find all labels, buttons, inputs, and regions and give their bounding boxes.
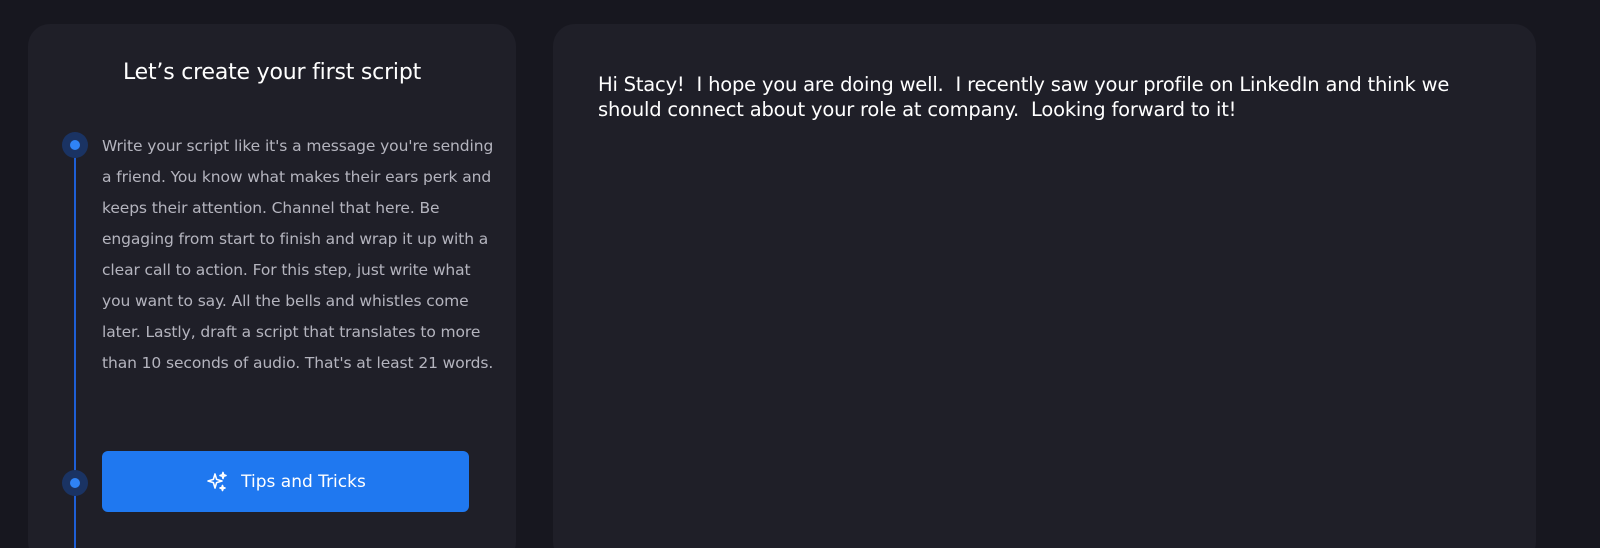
panel-title: Let’s create your first script (122, 60, 422, 85)
instructions-text: Write your script like it's a message yo… (102, 137, 494, 372)
step-dot-icon (62, 470, 88, 496)
sparkle-icon (205, 470, 229, 494)
step-dot-icon (62, 132, 88, 158)
script-editor[interactable]: Hi Stacy! I hope you are doing well. I r… (598, 72, 1498, 122)
tips-and-tricks-button[interactable]: Tips and Tricks (102, 451, 469, 512)
tips-button-label: Tips and Tricks (241, 471, 366, 492)
page: Let’s create your first script Write you… (0, 0, 1600, 548)
instructions-panel: Let’s create your first script Write you… (28, 24, 516, 548)
script-editor-panel: Hi Stacy! I hope you are doing well. I r… (553, 24, 1536, 548)
